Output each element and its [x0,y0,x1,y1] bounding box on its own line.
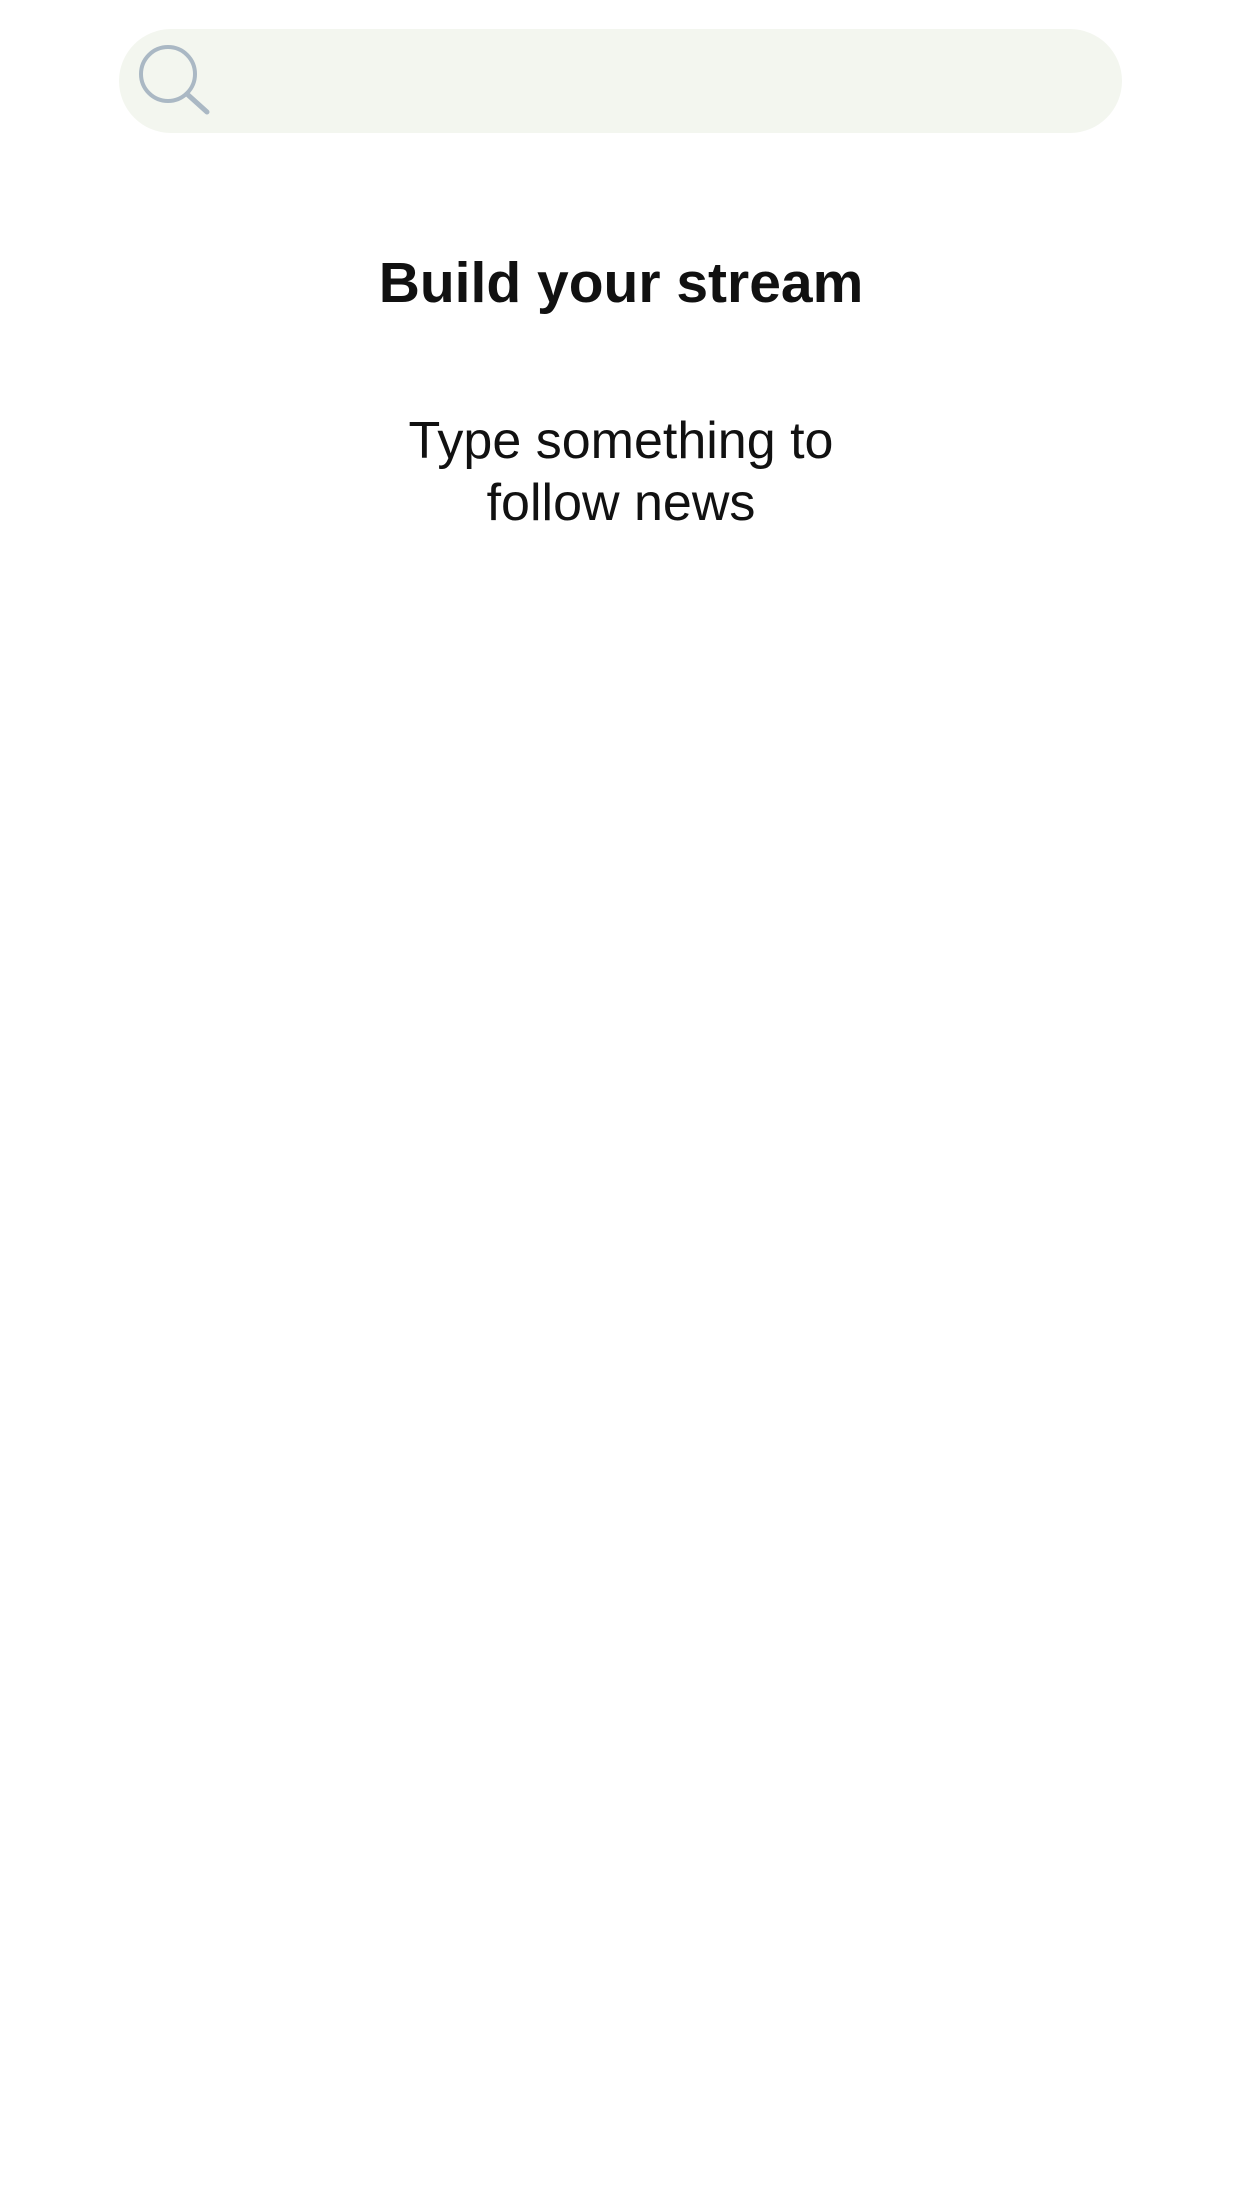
search-input[interactable] [229,29,1082,133]
page-title: Build your stream [378,251,864,315]
empty-state-message: Type something to follow news [408,412,834,532]
search-icon [137,44,213,120]
search-bar[interactable] [119,29,1122,133]
